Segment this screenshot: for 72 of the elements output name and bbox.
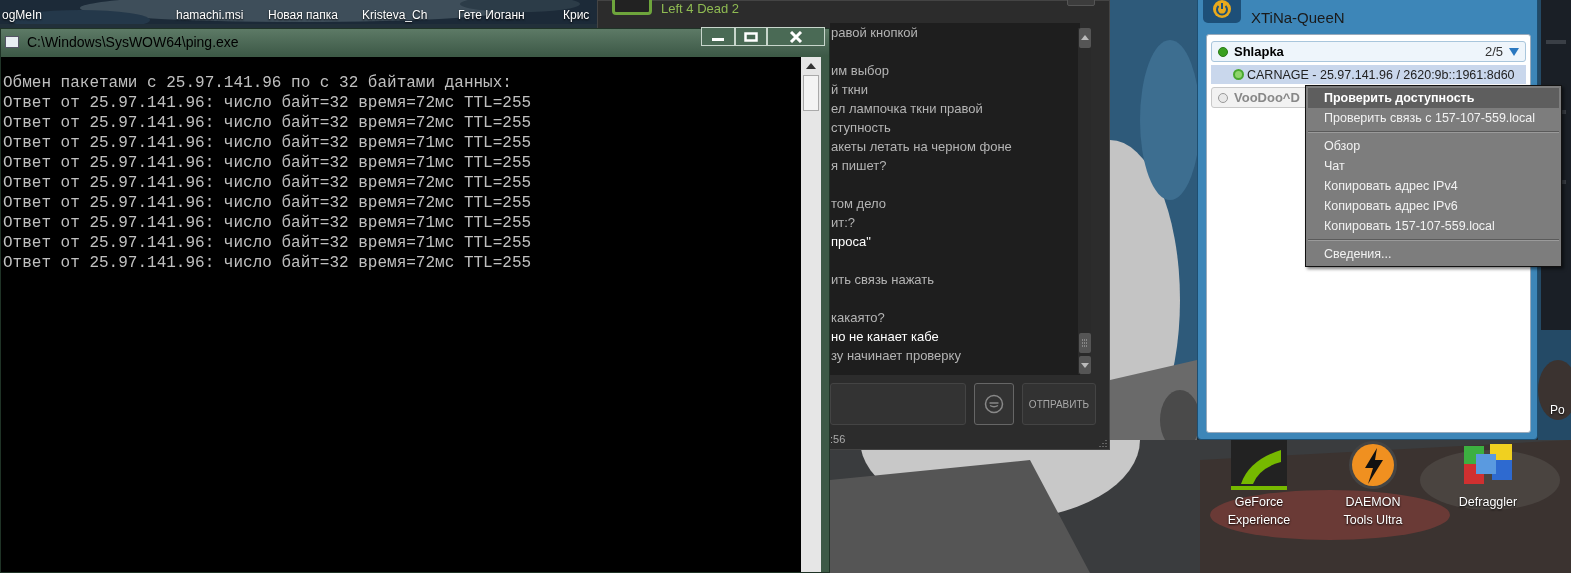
console-line: Ответ от 25.97.141.96: число байт=32 время=72мс TTL=255 <box>2 93 533 113</box>
menu-item[interactable]: Проверить связь с 157-107-559.local <box>1308 108 1559 128</box>
network-name: VooDoo^D <box>1234 88 1300 107</box>
menu-item[interactable]: Обзор <box>1308 136 1559 156</box>
menu-item[interactable]: Копировать 157-107-559.local <box>1308 216 1559 236</box>
console-line: Ответ от 25.97.141.96: число байт=32 время=72мс TTL=255 <box>2 253 533 273</box>
scroll-down-icon[interactable] <box>1078 356 1091 374</box>
maximize-button[interactable] <box>735 27 767 46</box>
menu-item[interactable]: Копировать адрес IPv6 <box>1308 196 1559 216</box>
console-line: Ответ от 25.97.141.96: число байт=32 время=72мс TTL=255 <box>2 113 533 133</box>
network-header[interactable]: Shlapka 2/5 <box>1211 41 1526 62</box>
emoji-button[interactable] <box>974 383 1014 425</box>
chat-message: й ткни <box>831 81 869 99</box>
chat-message: зу начинает проверку <box>831 347 962 365</box>
maximize-icon <box>744 31 758 42</box>
scroll-up-icon[interactable] <box>1078 28 1091 48</box>
member-count: 2/5 <box>1484 42 1503 61</box>
send-button[interactable]: ОТПРАВИТЬ <box>1022 383 1096 425</box>
resize-grip-icon[interactable] <box>1099 439 1107 447</box>
chat-message: какаято? <box>831 309 886 327</box>
icon-label[interactable]: Новая папка <box>268 8 338 23</box>
console-line: Ответ от 25.97.141.96: число байт=32 время=71мс TTL=255 <box>2 153 533 173</box>
power-icon[interactable] <box>1203 0 1241 23</box>
console-line: Обмен пакетами с 25.97.141.96 по с 32 байтами данных: <box>2 73 513 93</box>
close-button[interactable] <box>767 27 825 46</box>
scrollbar[interactable] <box>801 57 821 572</box>
console-line: Ответ от 25.97.141.96: число байт=32 время=71мс TTL=255 <box>2 233 533 253</box>
window-title: C:\Windows\SysWOW64\ping.exe <box>27 32 239 52</box>
menu-item[interactable]: Чат <box>1308 156 1559 176</box>
chat-message: акеты летать на черном фоне <box>831 138 1013 156</box>
app-icon[interactable] <box>1231 440 1287 490</box>
scrollbar[interactable] <box>1078 28 1091 374</box>
nickname: XTiNa-QueeN <box>1251 9 1345 27</box>
icon-label[interactable]: Kristeva_Ch <box>362 8 428 23</box>
icon-label[interactable]: Крис <box>563 8 590 23</box>
console-line: Ответ от 25.97.141.96: число байт=32 время=72мс TTL=255 <box>2 193 533 213</box>
grip-icon[interactable] <box>1078 333 1091 353</box>
menu-item[interactable]: Проверить доступность <box>1308 88 1559 108</box>
message-field[interactable] <box>830 383 966 425</box>
chat-message: ить связь нажать <box>831 271 936 289</box>
chat-message: но не канает кабе <box>831 328 940 346</box>
member-name: CARNAGE - 25.97.141.96 / 2620:9b::1961:8d60 <box>1247 67 1515 82</box>
minimize-button[interactable] <box>701 27 735 46</box>
console-line: Ответ от 25.97.141.96: число байт=32 время=71мс TTL=255 <box>2 213 533 233</box>
timestamp: :56 <box>830 432 846 447</box>
chat-message: я пишет? <box>831 157 888 175</box>
chat-message: ит:? <box>831 214 857 232</box>
console-line: Ответ от 25.97.141.96: число байт=32 время=72мс TTL=255 <box>2 173 533 193</box>
smiley-icon <box>984 394 1004 414</box>
chat-message: им выбор <box>831 62 890 80</box>
network-name: Shlapka <box>1234 42 1284 61</box>
console-line: Ответ от 25.97.141.96: число байт=32 время=71мс TTL=255 <box>2 133 533 153</box>
chat-message: проса" <box>831 233 872 251</box>
scrollbar-thumb[interactable] <box>803 75 819 111</box>
menu-item[interactable]: Копировать адрес IPv4 <box>1308 176 1559 196</box>
scroll-up-icon[interactable] <box>806 63 816 69</box>
icon-label[interactable]: GeForce Experience <box>1218 493 1300 529</box>
chat-message: ступность <box>831 119 892 137</box>
menu-item[interactable]: Сведения... <box>1308 244 1559 264</box>
icon-label[interactable]: Гете Иоганн <box>458 8 525 23</box>
icon-label[interactable]: Defraggler <box>1458 493 1518 511</box>
chat-message: равой кнопкой <box>831 24 919 42</box>
chat-message: ел лампочка ткни правой <box>831 100 984 118</box>
chat-message: том дело <box>831 195 887 213</box>
icon-label[interactable]: hamachi.msi <box>176 8 244 23</box>
expand-icon[interactable] <box>1509 47 1519 56</box>
console-app-icon <box>5 36 19 48</box>
member-row[interactable]: CARNAGE - 25.97.141.96 / 2620:9b::1961:8d60 <box>1211 65 1526 84</box>
icon-label[interactable]: DAEMON Tools Ultra <box>1332 493 1414 529</box>
icon-label[interactable]: ogMeIn <box>2 8 43 23</box>
close-icon <box>789 30 803 43</box>
game-status: Left 4 Dead 2 <box>661 1 740 16</box>
